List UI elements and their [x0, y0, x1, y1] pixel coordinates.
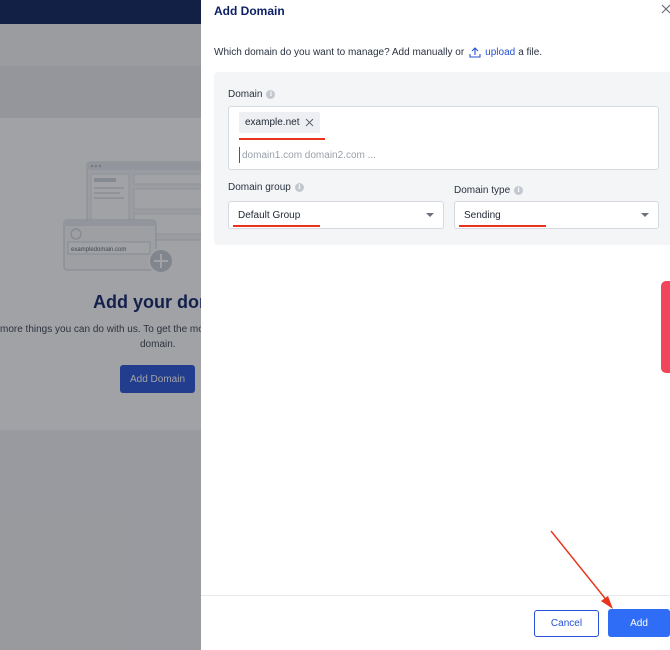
annotation-underline [459, 225, 546, 227]
domain-group-label-text: Domain group [228, 182, 291, 193]
domain-form-panel: Domain i example.net Domain group i Defa… [214, 72, 670, 245]
domain-type-label: Domain type i [454, 185, 524, 196]
upload-link[interactable]: upload [469, 46, 515, 58]
description-prefix: Which domain do you want to manage? Add … [214, 46, 465, 58]
domain-label: Domain i [228, 89, 276, 100]
chevron-down-icon [641, 213, 649, 217]
domain-input[interactable] [239, 147, 639, 163]
info-icon[interactable]: i [294, 183, 304, 192]
chevron-down-icon [426, 213, 434, 217]
domain-tag: example.net [239, 112, 321, 133]
add-button[interactable]: Add [608, 609, 670, 637]
info-icon[interactable]: i [266, 90, 276, 99]
domain-type-label-text: Domain type [454, 185, 511, 196]
drawer-description: Which domain do you want to manage? Add … [214, 46, 542, 58]
feedback-side-tab[interactable] [661, 281, 670, 373]
cancel-button[interactable]: Cancel [534, 610, 599, 637]
domain-label-text: Domain [228, 89, 263, 100]
footer-divider [201, 595, 670, 596]
domain-tag-label: example.net [245, 117, 300, 128]
info-icon[interactable]: i [514, 186, 524, 195]
domain-tags-input[interactable]: example.net [228, 106, 659, 170]
close-icon[interactable] [658, 2, 670, 16]
drawer-title: Add Domain [214, 4, 285, 18]
close-icon[interactable] [305, 118, 314, 127]
domain-group-value: Default Group [238, 209, 301, 221]
upload-icon [469, 47, 481, 58]
add-domain-drawer: Add Domain Which domain do you want to m… [201, 0, 670, 650]
annotation-underline [233, 225, 320, 227]
annotation-underline [239, 138, 325, 140]
description-suffix: a file. [518, 46, 543, 58]
upload-link-label[interactable]: upload [485, 47, 515, 58]
domain-type-value: Sending [464, 209, 501, 221]
domain-group-label: Domain group i [228, 182, 304, 193]
